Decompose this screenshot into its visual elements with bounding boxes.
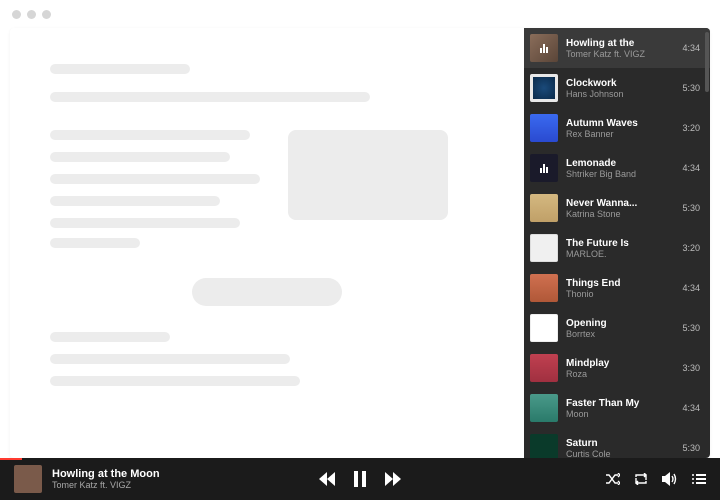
track-artist: Katrina Stone (566, 209, 674, 219)
track-art (530, 194, 558, 222)
track-title: Never Wanna... (566, 198, 674, 209)
volume-button[interactable] (662, 472, 678, 486)
track-title: Mindplay (566, 358, 674, 369)
queue-button[interactable] (692, 473, 706, 485)
skeleton-line (50, 196, 220, 206)
track-title: Faster Than My (566, 398, 674, 409)
skeleton-line (50, 354, 290, 364)
track-duration: 5:30 (682, 443, 700, 453)
skeleton-line (50, 92, 370, 102)
traffic-light-zoom[interactable] (42, 10, 51, 19)
track-art (530, 114, 558, 142)
track-artist: Borrtex (566, 329, 674, 339)
track-artist: Shtriker Big Band (566, 169, 674, 179)
queue-track[interactable]: Autumn WavesRex Banner 3:20 (524, 108, 710, 148)
track-artist: Tomer Katz ft. VIGZ (566, 49, 674, 59)
queue-track[interactable]: The Future IsMARLOE. 3:20 (524, 228, 710, 268)
now-playing-title: Howling at the Moon (52, 468, 160, 480)
track-title: Lemonade (566, 158, 674, 169)
traffic-light-minimize[interactable] (27, 10, 36, 19)
track-art (530, 274, 558, 302)
skeleton-line (50, 332, 170, 342)
queue-track[interactable]: OpeningBorrtex 5:30 (524, 308, 710, 348)
track-duration: 3:20 (682, 243, 700, 253)
now-playing-artist: Tomer Katz ft. VIGZ (52, 480, 160, 490)
track-duration: 3:30 (682, 363, 700, 373)
track-duration: 4:34 (682, 43, 700, 53)
queue-track[interactable]: Things EndThonio 4:34 (524, 268, 710, 308)
prev-button[interactable] (319, 472, 335, 486)
track-title: Howling at the (566, 38, 674, 49)
queue-track[interactable]: Never Wanna...Katrina Stone 5:30 (524, 188, 710, 228)
track-art (530, 154, 558, 182)
track-artist: Roza (566, 369, 674, 379)
pause-button[interactable] (353, 471, 367, 487)
track-art (530, 234, 558, 262)
track-duration: 4:34 (682, 163, 700, 173)
repeat-button[interactable] (634, 473, 648, 485)
scrollbar-thumb[interactable] (705, 32, 709, 92)
skeleton-line (50, 218, 240, 228)
skeleton-line (50, 130, 250, 140)
skeleton-line (50, 238, 140, 248)
window-controls (12, 10, 51, 19)
track-artist: MARLOE. (566, 249, 674, 259)
skeleton-line (50, 174, 260, 184)
track-art (530, 354, 558, 382)
player-bar: Howling at the Moon Tomer Katz ft. VIGZ (0, 458, 720, 500)
track-duration: 5:30 (682, 203, 700, 213)
queue-track[interactable]: Howling at theTomer Katz ft. VIGZ 4:34 (524, 28, 710, 68)
track-title: Saturn (566, 438, 674, 449)
track-artist: Rex Banner (566, 129, 674, 139)
track-title: Clockwork (566, 78, 674, 89)
next-button[interactable] (385, 472, 401, 486)
track-duration: 5:30 (682, 83, 700, 93)
queue-sidebar: Howling at theTomer Katz ft. VIGZ 4:34 Clo… (524, 28, 710, 458)
track-title: Autumn Waves (566, 118, 674, 129)
progress-bar[interactable] (0, 458, 22, 460)
now-playing-art (14, 465, 42, 493)
track-artist: Hans Johnson (566, 89, 674, 99)
track-art (530, 394, 558, 422)
track-duration: 4:34 (682, 403, 700, 413)
skeleton-pill (192, 278, 342, 306)
track-art (530, 74, 558, 102)
track-art (530, 34, 558, 62)
track-title: Things End (566, 278, 674, 289)
skeleton-line (50, 64, 190, 74)
queue-track[interactable]: LemonadeShtriker Big Band 4:34 (524, 148, 710, 188)
skeleton-line (50, 376, 300, 386)
track-title: Opening (566, 318, 674, 329)
track-artist: Curtis Cole (566, 449, 674, 459)
main-window: Howling at theTomer Katz ft. VIGZ 4:34 Clo… (10, 28, 710, 458)
now-playing-meta: Howling at the Moon Tomer Katz ft. VIGZ (52, 468, 160, 490)
track-title: The Future Is (566, 238, 674, 249)
skeleton-block (288, 130, 448, 220)
traffic-light-close[interactable] (12, 10, 21, 19)
queue-track[interactable]: SaturnCurtis Cole 5:30 (524, 428, 710, 458)
shuffle-button[interactable] (606, 473, 620, 485)
track-duration: 4:34 (682, 283, 700, 293)
track-art (530, 314, 558, 342)
queue-track[interactable]: MindplayRoza 3:30 (524, 348, 710, 388)
skeleton-line (50, 152, 230, 162)
content-skeleton (10, 28, 524, 458)
track-artist: Moon (566, 409, 674, 419)
track-artist: Thonio (566, 289, 674, 299)
track-art (530, 434, 558, 458)
queue-track[interactable]: ClockworkHans Johnson 5:30 (524, 68, 710, 108)
track-duration: 5:30 (682, 323, 700, 333)
track-duration: 3:20 (682, 123, 700, 133)
queue-track[interactable]: Faster Than MyMoon 4:34 (524, 388, 710, 428)
